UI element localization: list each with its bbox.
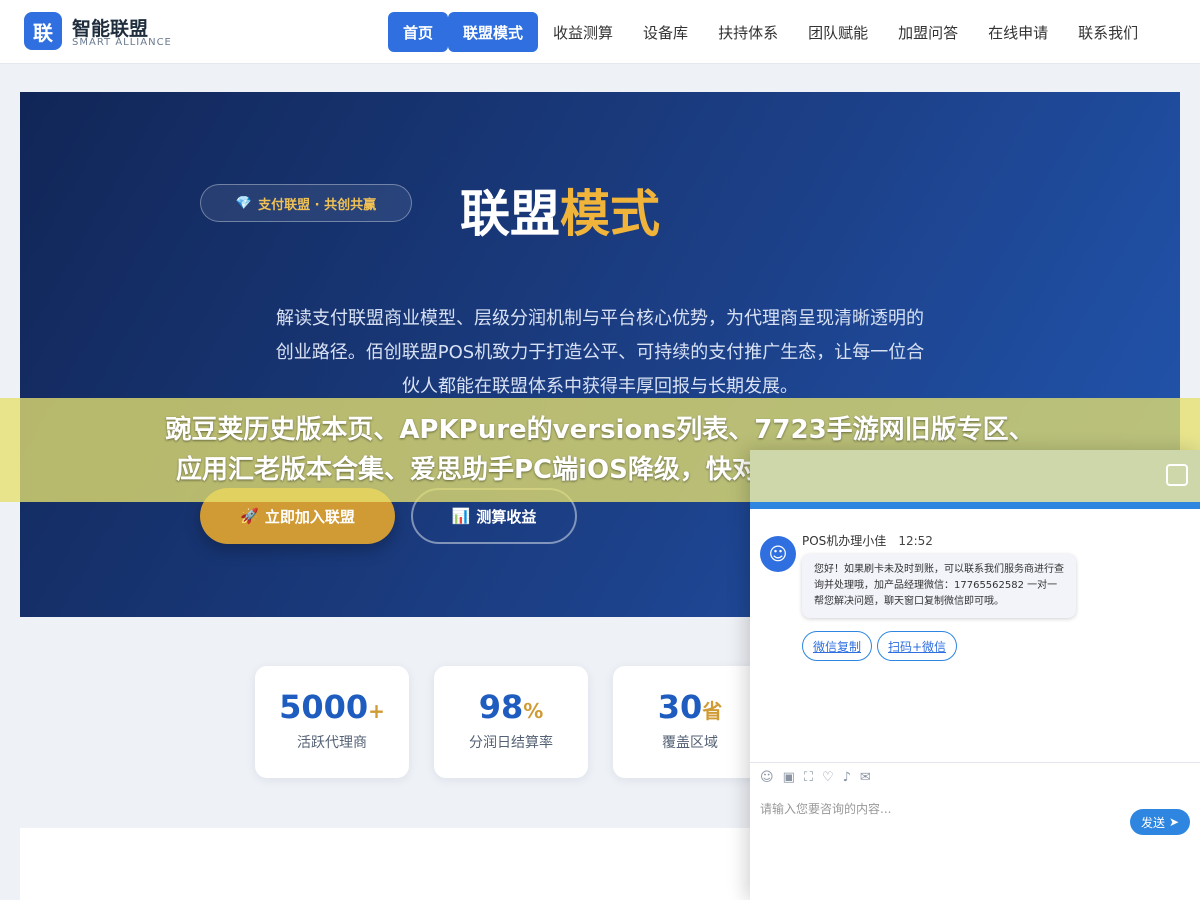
title-gold: 模式	[560, 185, 660, 243]
nav-support[interactable]: 扶持体系	[703, 12, 793, 52]
rocket-icon: 🚀	[240, 507, 259, 525]
logo-icon[interactable]: 联	[24, 12, 62, 50]
stat-card: 5000+ 活跃代理商	[255, 666, 409, 778]
chat-header	[750, 450, 1200, 502]
stat-label: 覆盖区域	[662, 735, 718, 751]
chat-widget: ☺ POS机办理小佳 12:52 您好！如果刷卡未及时到账，可以联系我们服务商进行…	[750, 450, 1200, 900]
page-title: 联盟模式	[460, 174, 660, 246]
nav-income-calc[interactable]: 收益测算	[538, 12, 628, 52]
avatar: ☺	[760, 536, 796, 572]
hero-badge-label: 支付联盟 · 共创共赢	[258, 197, 377, 213]
message-icon[interactable]: ✉	[860, 770, 871, 785]
nav-alliance-mode[interactable]: 联盟模式	[448, 12, 539, 52]
stat-value: 30省	[613, 688, 767, 726]
chat-input[interactable]: 请输入您要咨询的内容...	[760, 800, 891, 817]
nav-apply[interactable]: 在线申请	[973, 12, 1063, 52]
send-button[interactable]: 发送 ➤	[1130, 809, 1190, 835]
stat-number: 5000	[279, 688, 369, 726]
stat-number: 30	[657, 688, 703, 726]
stat-card: 98% 分润日结算率	[434, 666, 588, 778]
chat-divider	[750, 762, 1200, 763]
diamond-icon: 💎	[235, 195, 253, 211]
nav-contact[interactable]: 联系我们	[1063, 12, 1153, 52]
calc-income-label: 测算收益	[476, 507, 537, 526]
nav-team[interactable]: 团队赋能	[793, 12, 883, 52]
chat-toolbar: ☺ ▣ ⛶ ♡ ♪ ✉	[760, 770, 871, 785]
emoji-icon[interactable]: ☺	[760, 770, 774, 785]
stat-unit: %	[523, 699, 544, 723]
scan-wechat-button[interactable]: 扫码+微信	[877, 631, 958, 661]
stat-unit: +	[368, 699, 385, 723]
close-icon[interactable]	[1166, 464, 1188, 486]
send-icon: ➤	[1168, 815, 1180, 829]
nav-devices[interactable]: 设备库	[628, 12, 703, 52]
hero-description: 解读支付联盟商业模型、层级分润机制与平台核心优势，为代理商呈现清晰透明的创业路径…	[275, 308, 925, 397]
sender-name: POS机办理小佳	[802, 534, 887, 548]
title-white: 联盟	[460, 185, 560, 243]
stat-card: 30省 覆盖区域	[613, 666, 767, 778]
stat-number: 98	[478, 688, 524, 726]
favorite-icon[interactable]: ♡	[822, 770, 834, 785]
chart-icon: 📊	[451, 507, 471, 525]
chat-sender: POS机办理小佳 12:52	[802, 532, 933, 549]
send-label: 发送	[1140, 815, 1165, 830]
chat-accent-bar	[750, 502, 1200, 509]
image-icon[interactable]: ▣	[783, 770, 795, 785]
nav-home[interactable]: 首页	[388, 12, 449, 52]
hero-badge: 💎 支付联盟 · 共创共赢	[200, 184, 412, 222]
stat-unit: 省	[702, 699, 723, 723]
stat-label: 活跃代理商	[297, 735, 367, 751]
nav-faq[interactable]: 加盟问答	[883, 12, 973, 52]
overlay-line-1: 豌豆荚历史版本页、APKPure的versions列表、7723手游网旧版专区、	[165, 415, 1035, 445]
voice-icon[interactable]: ♪	[843, 770, 851, 785]
message-time: 12:52	[898, 534, 933, 548]
screenshot-icon[interactable]: ⛶	[804, 770, 813, 785]
chat-message: 您好！如果刷卡未及时到账，可以联系我们服务商进行查询并处理哦，加产品经理微信：1…	[802, 554, 1076, 618]
stat-value: 5000+	[255, 688, 409, 726]
main-nav: 首页 联盟模式 收益测算 设备库 扶持体系 团队赋能 加盟问答 在线申请 联系我…	[388, 12, 1176, 52]
logo-subtitle: SMART ALLIANCE	[72, 37, 172, 48]
copy-wechat-button[interactable]: 微信复制	[802, 631, 873, 661]
join-alliance-label: 立即加入联盟	[264, 507, 355, 526]
stat-label: 分润日结算率	[469, 735, 553, 751]
stat-value: 98%	[434, 688, 588, 726]
content-card	[20, 828, 780, 900]
site-header: 联 智能联盟 SMART ALLIANCE 首页 联盟模式 收益测算 设备库 扶…	[0, 0, 1200, 64]
